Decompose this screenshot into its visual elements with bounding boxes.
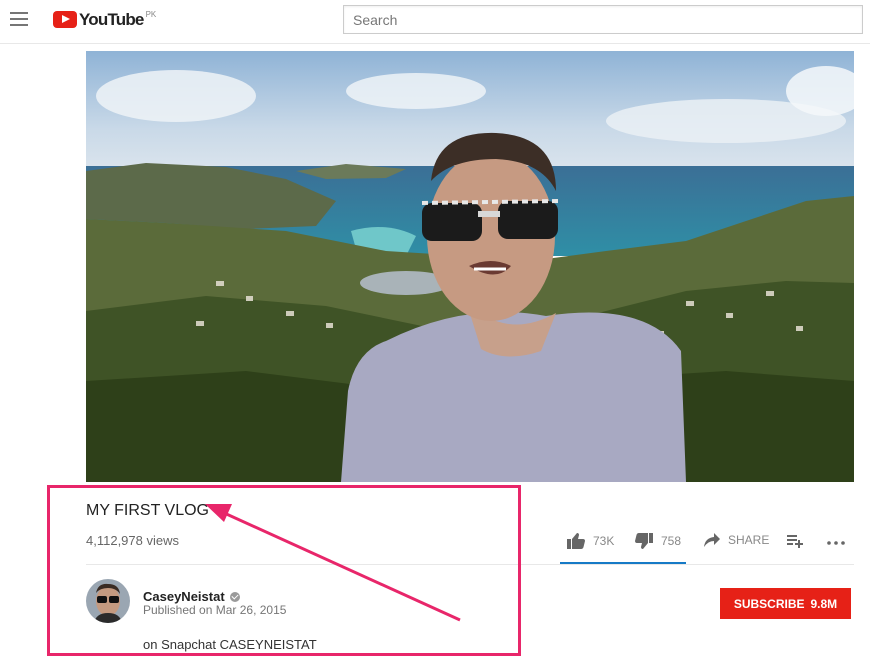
share-button[interactable]: SHARE	[704, 533, 769, 547]
video-player[interactable]	[86, 51, 854, 482]
thumbs-up-icon	[567, 533, 585, 549]
divider	[86, 564, 854, 565]
search-input[interactable]	[343, 5, 863, 34]
video-title: MY FIRST VLOG	[86, 502, 209, 519]
youtube-logo-icon	[53, 11, 77, 28]
add-to-playlist-icon	[787, 535, 803, 548]
youtube-logo[interactable]: YouTube PK	[53, 9, 156, 31]
add-to-playlist-button[interactable]	[787, 535, 803, 548]
subscribe-button[interactable]: SUBSCRIBE 9.8M	[720, 588, 851, 619]
channel-name-link[interactable]: CaseyNeistat	[143, 589, 240, 604]
logo-text: YouTube	[79, 10, 144, 29]
subscriber-count: 9.8M	[810, 596, 838, 611]
share-icon	[704, 533, 720, 547]
more-actions-button[interactable]	[827, 541, 845, 545]
masthead: YouTube PK	[0, 0, 870, 44]
subscribe-label: SUBSCRIBE	[733, 596, 805, 611]
country-code: PK	[145, 10, 157, 19]
dislike-button[interactable]: 758	[635, 533, 681, 549]
verified-icon	[229, 591, 240, 602]
channel-name: CaseyNeistat	[143, 589, 225, 604]
share-label: SHARE	[728, 533, 770, 547]
like-button[interactable]: 73K	[567, 533, 614, 549]
dislike-count: 758	[661, 534, 682, 548]
more-icon	[827, 541, 845, 545]
thumbs-down-icon	[635, 533, 653, 549]
video-description: on Snapchat CASEYNEISTAT	[143, 637, 317, 652]
avatar[interactable]	[86, 579, 130, 623]
menu-icon[interactable]	[10, 12, 28, 26]
view-count: 4,112,978 views	[86, 533, 179, 548]
like-count: 73K	[593, 534, 615, 548]
publish-date: Published on Mar 26, 2015	[143, 603, 287, 617]
